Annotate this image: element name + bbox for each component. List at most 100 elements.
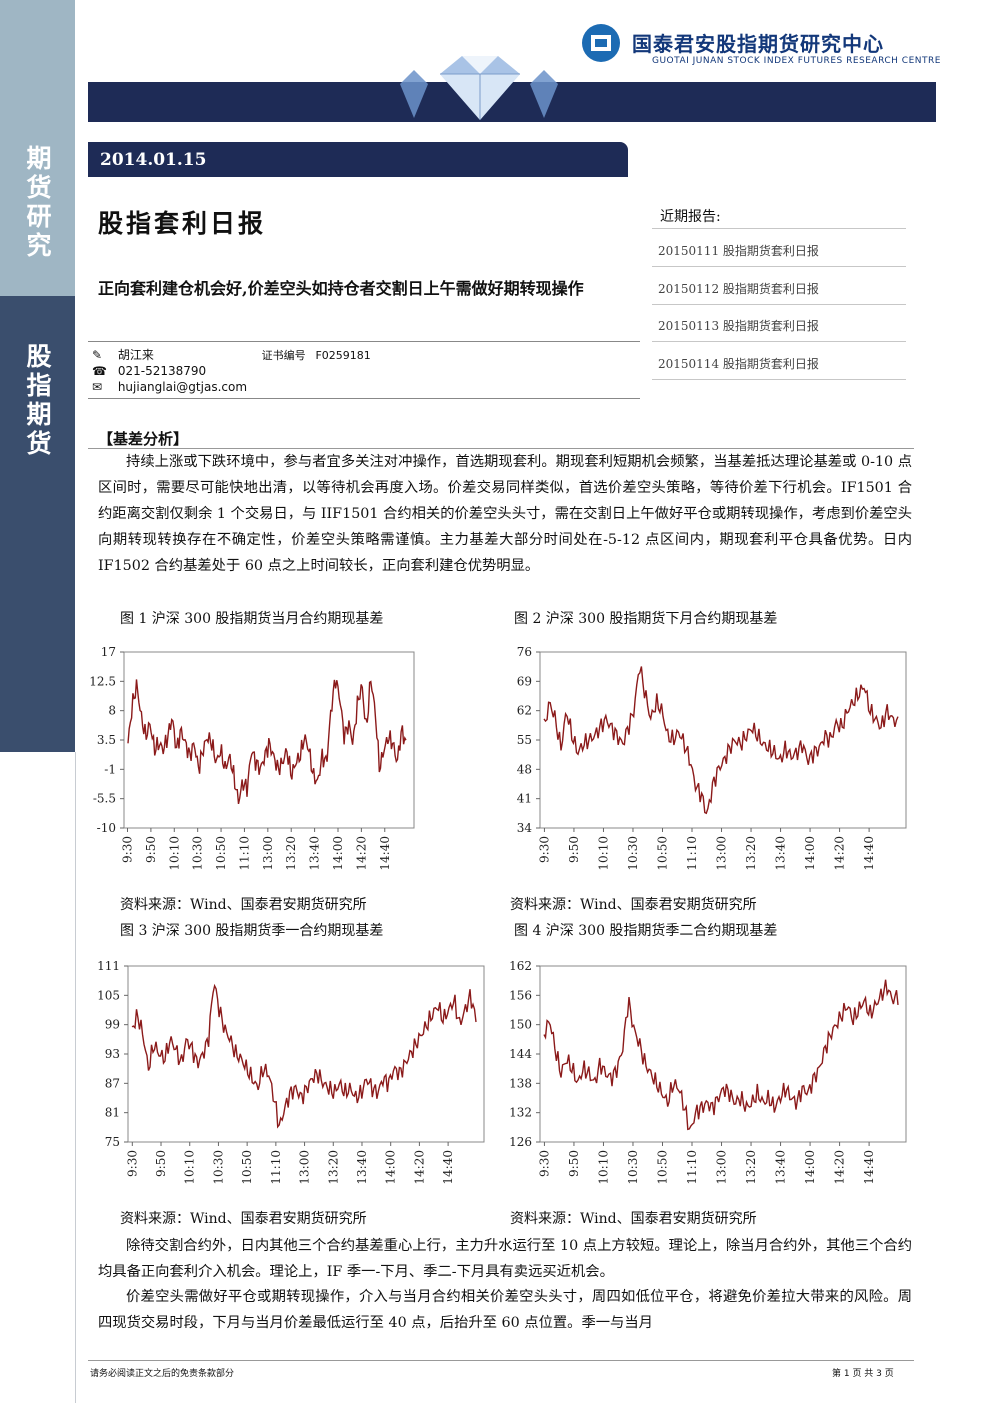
pen-icon: ✎ [92,348,103,362]
x-tick-label: 13:40 [774,836,788,871]
x-tick-label: 13:00 [261,836,275,871]
author-name-row: ✎ 胡江来 证书编号 F0259181 [92,346,371,363]
recent-report-item[interactable]: 20150114 股指期货套利日报 [658,355,819,372]
x-tick-label: 9:30 [537,1150,551,1177]
org-name-cn: 国泰君安股指期货研究中心 [632,32,884,56]
plot-frame [539,651,907,829]
y-tick-label: 93 [105,1047,120,1061]
x-tick-label: 14:20 [833,836,847,871]
y-tick-label: 12.5 [89,674,116,688]
x-tick-label: 10:10 [596,1150,610,1185]
footer-rule [88,1360,914,1361]
basis-series-line [127,679,407,805]
sidebar-top-panel: 期货研究 [0,0,75,296]
x-tick-label: 13:40 [355,1150,369,1185]
figure-source: 资料来源：Wind、国泰君安期货研究所 [510,897,757,913]
x-tick-label: 9:50 [567,836,581,863]
x-tick-label: 13:00 [298,1150,312,1185]
chart-basis-q2: 162 156 150 144 138 132 126 9:30 9:50 10:10 10:30 1… [500,946,920,1208]
author-phone-row: ☎ 021-52138790 [92,364,206,378]
x-tick-label: 9:50 [567,1150,581,1177]
plot-frame [539,965,907,1143]
x-tick-label: 14:20 [354,836,368,871]
y-tick-label: 99 [105,1018,120,1032]
plot-frame [127,965,485,1143]
sidebar-bottom-panel: 股指期货 [0,296,75,752]
sidebar-divider [75,752,76,1403]
cert-number: F0259181 [315,349,371,362]
author-email-row: ✉ hujianglai@gtjas.com [92,380,247,394]
y-tick-label: 126 [509,1135,532,1149]
y-tick-label: 138 [509,1076,532,1090]
x-tick-label: 10:30 [626,836,640,871]
figure-title: 图 3 沪深 300 股指期货季一合约期现基差 [120,923,384,939]
author-name: 胡江来 [117,348,154,362]
x-tick-label: 14:00 [803,1150,817,1185]
x-tick-label: 14:00 [803,836,817,871]
recent-reports-heading: 近期报告: [660,209,721,225]
x-tick-label: 9:50 [154,1150,168,1177]
figure-source: 资料来源：Wind、国泰君安期货研究所 [120,1211,367,1227]
figure-title: 图 2 沪深 300 股指期货下月合约期现基差 [514,611,778,627]
x-tick-label: 11:10 [237,836,251,871]
figure-title: 图 4 沪深 300 股指期货季二合约期现基差 [514,923,778,939]
recent-report-item[interactable]: 20150112 股指期货套利日报 [658,280,819,297]
x-tick-label: 13:20 [284,836,298,871]
x-tick-label: 9:30 [537,836,551,863]
x-tick-label: 13:00 [715,1150,729,1185]
x-tick-label: 11:10 [685,1150,699,1185]
y-tick-label: 17 [101,645,116,659]
x-tick-label: 10:30 [191,836,205,871]
x-tick-label: 14:40 [378,836,392,871]
x-tick-label: 13:00 [715,836,729,871]
x-tick-label: 10:50 [655,1150,669,1185]
y-tick-label: 55 [517,733,532,747]
paragraph-summary: 除待交割合约外，日内其他三个合约基差重心上行，主力升水运行至 10 点上方较短。… [98,1238,912,1280]
x-tick-label: 9:30 [121,836,135,863]
author-phone: 021-52138790 [117,364,207,378]
y-tick-label: 75 [105,1135,120,1149]
chart-svg: 76 69 62 55 48 41 34 9:30 9:50 10:10 10:30 10:50 11:… [517,645,907,871]
x-tick-label: 14:40 [862,1150,876,1185]
y-tick-label: -1 [104,762,116,776]
basis-series-line [543,979,899,1131]
cert-label: 证书编号 [261,349,306,362]
y-tick-label: 34 [517,821,533,835]
recent-rule [652,304,906,305]
recent-rule [652,341,906,342]
paragraph-basis: 持续上涨或下跌环境中，参与者宜多关注对冲操作，首选期现套利。期现套利短期机会频繁… [98,454,913,574]
report-subtitle: 正向套利建仓机会好,价差空头如持仓者交割日上午需做好期转现操作 [98,279,584,298]
recent-rule [652,228,906,229]
footer-page-number: 第 1 页 共 3 页 [832,1369,894,1379]
recent-report-item[interactable]: 20150113 股指期货套利日报 [658,317,819,334]
figure-source: 资料来源：Wind、国泰君安期货研究所 [120,897,367,913]
chart-svg: 162 156 150 144 138 132 126 9:30 9:50 10:10 10:30 1… [509,959,907,1185]
y-tick-label: 8 [108,704,116,718]
y-tick-label: 81 [105,1106,120,1120]
x-tick-label: 14:20 [833,1150,847,1185]
basis-series-line [543,666,899,815]
x-tick-label: 10:10 [596,836,610,871]
section-heading: 【基差分析】 [98,430,189,448]
chart-basis-next: 76 69 62 55 48 41 34 9:30 9:50 10:10 10:30 10:50 11:… [500,632,920,894]
chart-svg: 111 105 99 93 87 81 75 9:30 9:50 10:10 10:30 10:50 1… [97,959,485,1185]
x-tick-label: 10:10 [167,836,181,871]
x-tick-label: 14:40 [862,836,876,871]
y-tick-label: 156 [509,988,532,1002]
x-tick-label: 10:30 [211,1150,225,1185]
figure-source: 资料来源：Wind、国泰君安期货研究所 [510,1211,757,1227]
y-tick-label: 150 [509,1018,532,1032]
x-tick-label: 13:20 [326,1150,340,1185]
y-tick-label: 87 [105,1076,120,1090]
y-tick-label: 3.5 [97,733,116,747]
report-title: 股指套利日报 [98,209,267,238]
x-tick-label: 9:50 [144,836,158,863]
x-tick-label: 10:10 [183,1150,197,1185]
y-tick-label: 132 [509,1106,532,1120]
x-tick-label: 14:40 [441,1150,455,1185]
author-rule [88,398,640,399]
y-tick-label: 62 [517,704,532,718]
y-tick-label: 144 [509,1047,532,1061]
author-email[interactable]: hujianglai@gtjas.com [118,380,247,394]
recent-report-item[interactable]: 20150111 股指期货套利日报 [658,242,819,259]
